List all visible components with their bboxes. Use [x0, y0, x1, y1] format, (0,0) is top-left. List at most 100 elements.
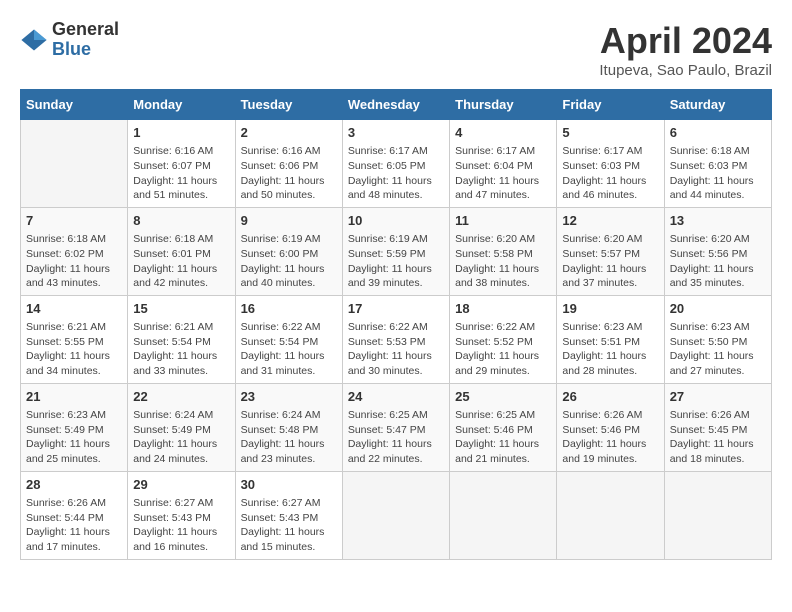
calendar-cell: 2 Sunrise: 6:16 AMSunset: 6:06 PMDaylight… — [235, 120, 342, 208]
day-info: Sunrise: 6:18 AMSunset: 6:01 PMDaylight:… — [133, 232, 229, 291]
calendar-cell: 17Sunrise: 6:22 AMSunset: 5:53 PMDayligh… — [342, 295, 449, 383]
calendar-cell — [342, 471, 449, 559]
calendar-cell: 25 Sunrise: 6:25 AMSunset: 5:46 PMDayligh… — [450, 383, 557, 471]
calendar-cell: 5Sunrise: 6:17 AMSunset: 6:03 PMDaylight… — [557, 120, 664, 208]
day-info: Sunrise: 6:16 AMSunset: 6:06 PMDaylight:… — [241, 144, 337, 203]
calendar-cell: 1Sunrise: 6:16 AMSunset: 6:07 PMDaylight… — [128, 120, 235, 208]
logo-general: General — [52, 20, 119, 40]
day-info: Sunrise: 6:23 AMSunset: 5:49 PMDaylight:… — [26, 408, 122, 467]
day-number: 6 — [670, 124, 766, 142]
day-number: 2 — [241, 124, 337, 142]
weekday-header-tuesday: Tuesday — [235, 90, 342, 120]
calendar-cell: 19 Sunrise: 6:23 AMSunset: 5:51 PMDayligh… — [557, 295, 664, 383]
day-number: 18 — [455, 300, 551, 318]
day-info: Sunrise: 6:27 AMSunset: 5:43 PMDaylight:… — [241, 496, 337, 555]
day-number: 15 — [133, 300, 229, 318]
calendar-cell — [664, 471, 771, 559]
day-info: Sunrise: 6:22 AMSunset: 5:53 PMDaylight:… — [348, 320, 444, 379]
calendar-cell: 28Sunrise: 6:26 AMSunset: 5:44 PMDayligh… — [21, 471, 128, 559]
calendar-cell — [21, 120, 128, 208]
calendar-cell: 11 Sunrise: 6:20 AMSunset: 5:58 PMDayligh… — [450, 207, 557, 295]
calendar-cell: 29 Sunrise: 6:27 AMSunset: 5:43 PMDayligh… — [128, 471, 235, 559]
logo: General Blue — [20, 20, 119, 60]
weekday-header-saturday: Saturday — [664, 90, 771, 120]
calendar-cell: 22 Sunrise: 6:24 AMSunset: 5:49 PMDayligh… — [128, 383, 235, 471]
day-number: 11 — [455, 212, 551, 230]
day-number: 24 — [348, 388, 444, 406]
calendar-week-row: 7 Sunrise: 6:18 AMSunset: 6:02 PMDaylight… — [21, 207, 772, 295]
weekday-header-wednesday: Wednesday — [342, 90, 449, 120]
day-number: 16 — [241, 300, 337, 318]
day-info: Sunrise: 6:23 AMSunset: 5:50 PMDaylight:… — [670, 320, 766, 379]
day-info: Sunrise: 6:24 AMSunset: 5:49 PMDaylight:… — [133, 408, 229, 467]
calendar-cell: 9 Sunrise: 6:19 AMSunset: 6:00 PMDaylight… — [235, 207, 342, 295]
day-info: Sunrise: 6:21 AMSunset: 5:55 PMDaylight:… — [26, 320, 122, 379]
calendar-cell: 10 Sunrise: 6:19 AMSunset: 5:59 PMDayligh… — [342, 207, 449, 295]
day-info: Sunrise: 6:23 AMSunset: 5:51 PMDaylight:… — [562, 320, 658, 379]
calendar-cell: 15 Sunrise: 6:21 AMSunset: 5:54 PMDayligh… — [128, 295, 235, 383]
day-info: Sunrise: 6:21 AMSunset: 5:54 PMDaylight:… — [133, 320, 229, 379]
calendar-cell: 7 Sunrise: 6:18 AMSunset: 6:02 PMDaylight… — [21, 207, 128, 295]
day-number: 20 — [670, 300, 766, 318]
day-number: 8 — [133, 212, 229, 230]
day-number: 26 — [562, 388, 658, 406]
day-info: Sunrise: 6:18 AMSunset: 6:03 PMDaylight:… — [670, 144, 766, 203]
day-info: Sunrise: 6:22 AMSunset: 5:54 PMDaylight:… — [241, 320, 337, 379]
calendar-cell: 3 Sunrise: 6:17 AMSunset: 6:05 PMDaylight… — [342, 120, 449, 208]
day-info: Sunrise: 6:17 AMSunset: 6:05 PMDaylight:… — [348, 144, 444, 203]
calendar-week-row: 1Sunrise: 6:16 AMSunset: 6:07 PMDaylight… — [21, 120, 772, 208]
day-number: 10 — [348, 212, 444, 230]
calendar-cell: 30 Sunrise: 6:27 AMSunset: 5:43 PMDayligh… — [235, 471, 342, 559]
day-number: 22 — [133, 388, 229, 406]
day-number: 19 — [562, 300, 658, 318]
day-number: 9 — [241, 212, 337, 230]
day-number: 14 — [26, 300, 122, 318]
day-info: Sunrise: 6:17 AMSunset: 6:03 PMDaylight:… — [562, 144, 658, 203]
calendar-cell: 13 Sunrise: 6:20 AMSunset: 5:56 PMDayligh… — [664, 207, 771, 295]
logo-blue: Blue — [52, 40, 119, 60]
calendar-cell: 6 Sunrise: 6:18 AMSunset: 6:03 PMDaylight… — [664, 120, 771, 208]
calendar-cell: 24 Sunrise: 6:25 AMSunset: 5:47 PMDayligh… — [342, 383, 449, 471]
calendar-cell: 27 Sunrise: 6:26 AMSunset: 5:45 PMDayligh… — [664, 383, 771, 471]
day-number: 7 — [26, 212, 122, 230]
calendar-cell: 8 Sunrise: 6:18 AMSunset: 6:01 PMDaylight… — [128, 207, 235, 295]
day-number: 3 — [348, 124, 444, 142]
day-number: 29 — [133, 476, 229, 494]
day-number: 4 — [455, 124, 551, 142]
day-info: Sunrise: 6:19 AMSunset: 5:59 PMDaylight:… — [348, 232, 444, 291]
day-number: 13 — [670, 212, 766, 230]
calendar-cell: 20 Sunrise: 6:23 AMSunset: 5:50 PMDayligh… — [664, 295, 771, 383]
day-info: Sunrise: 6:25 AMSunset: 5:47 PMDaylight:… — [348, 408, 444, 467]
calendar-week-row: 14 Sunrise: 6:21 AMSunset: 5:55 PMDayligh… — [21, 295, 772, 383]
day-info: Sunrise: 6:22 AMSunset: 5:52 PMDaylight:… — [455, 320, 551, 379]
day-info: Sunrise: 6:17 AMSunset: 6:04 PMDaylight:… — [455, 144, 551, 203]
calendar-cell: 18 Sunrise: 6:22 AMSunset: 5:52 PMDayligh… — [450, 295, 557, 383]
day-info: Sunrise: 6:20 AMSunset: 5:58 PMDaylight:… — [455, 232, 551, 291]
calendar-cell: 23 Sunrise: 6:24 AMSunset: 5:48 PMDayligh… — [235, 383, 342, 471]
day-info: Sunrise: 6:25 AMSunset: 5:46 PMDaylight:… — [455, 408, 551, 467]
day-number: 25 — [455, 388, 551, 406]
day-number: 27 — [670, 388, 766, 406]
day-info: Sunrise: 6:24 AMSunset: 5:48 PMDaylight:… — [241, 408, 337, 467]
calendar-cell — [557, 471, 664, 559]
calendar-week-row: 28Sunrise: 6:26 AMSunset: 5:44 PMDayligh… — [21, 471, 772, 559]
weekday-header-row: SundayMondayTuesdayWednesdayThursdayFrid… — [21, 90, 772, 120]
day-info: Sunrise: 6:26 AMSunset: 5:45 PMDaylight:… — [670, 408, 766, 467]
calendar-cell: 16 Sunrise: 6:22 AMSunset: 5:54 PMDayligh… — [235, 295, 342, 383]
weekday-header-sunday: Sunday — [21, 90, 128, 120]
logo-text: General Blue — [52, 20, 119, 60]
day-info: Sunrise: 6:16 AMSunset: 6:07 PMDaylight:… — [133, 144, 229, 203]
day-info: Sunrise: 6:18 AMSunset: 6:02 PMDaylight:… — [26, 232, 122, 291]
day-number: 23 — [241, 388, 337, 406]
day-info: Sunrise: 6:20 AMSunset: 5:56 PMDaylight:… — [670, 232, 766, 291]
logo-icon — [20, 26, 48, 54]
day-info: Sunrise: 6:19 AMSunset: 6:00 PMDaylight:… — [241, 232, 337, 291]
calendar-cell: 21 Sunrise: 6:23 AMSunset: 5:49 PMDayligh… — [21, 383, 128, 471]
day-number: 21 — [26, 388, 122, 406]
calendar-cell: 14 Sunrise: 6:21 AMSunset: 5:55 PMDayligh… — [21, 295, 128, 383]
calendar-table: SundayMondayTuesdayWednesdayThursdayFrid… — [20, 89, 772, 560]
page-header: General Blue April 2024 Itupeva, Sao Pau… — [20, 20, 772, 79]
day-info: Sunrise: 6:27 AMSunset: 5:43 PMDaylight:… — [133, 496, 229, 555]
day-number: 30 — [241, 476, 337, 494]
day-info: Sunrise: 6:26 AMSunset: 5:44 PMDaylight:… — [26, 496, 122, 555]
